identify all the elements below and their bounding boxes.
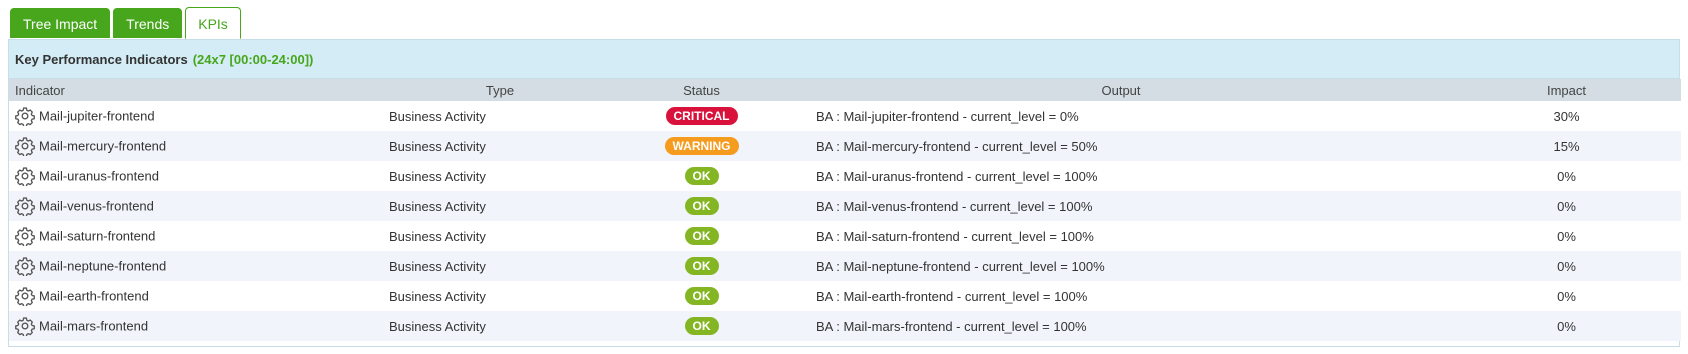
tab-bar: Tree Impact Trends KPIs [10,6,244,39]
table-row[interactable]: Mail-neptune-frontend Business Activity OK… [9,251,1681,281]
type-cell: Business Activity [389,318,486,334]
indicator-cell: Mail-jupiter-frontend [9,101,387,131]
type-cell: Business Activity [389,258,486,274]
status-badge: OK [684,257,719,275]
gear-icon [15,106,35,128]
column-header-output[interactable]: Output [790,79,1452,101]
indicator-name[interactable]: Mail-neptune-frontend [39,259,166,274]
impact-cell: 30% [1553,108,1580,124]
impact-cell: 15% [1553,138,1580,154]
indicator-cell: Mail-earth-frontend [9,281,387,311]
table-row[interactable]: Mail-jupiter-frontend Business Activity CR… [9,101,1681,131]
status-cell: OK [613,251,790,281]
indicator-name[interactable]: Mail-earth-frontend [39,289,149,304]
column-header-indicator[interactable]: Indicator [9,79,387,101]
status-cell: WARNING [613,131,790,161]
output-cell: BA : Mail-jupiter-frontend - current_lev… [816,108,1079,124]
column-header-type[interactable]: Type [387,79,613,101]
gear-icon [15,316,35,338]
table-row[interactable]: Mail-saturn-frontend Business Activity OK B… [9,221,1681,251]
indicator-name[interactable]: Mail-uranus-frontend [39,169,159,184]
status-badge: OK [684,317,719,335]
indicator-name[interactable]: Mail-venus-frontend [39,199,154,214]
kpi-panel: Key Performance Indicators (24x7 [00:00-… [8,39,1681,347]
type-cell: Business Activity [389,198,486,214]
indicator-name[interactable]: Mail-saturn-frontend [39,229,155,244]
tab-trends[interactable]: Trends [113,8,183,38]
indicator-name[interactable]: Mail-jupiter-frontend [39,109,155,124]
impact-cell: 0% [1557,198,1576,214]
indicator-name[interactable]: Mail-mars-frontend [39,319,148,334]
tab-tree-impact[interactable]: Tree Impact [10,8,111,38]
output-cell: BA : Mail-earth-frontend - current_level… [816,288,1088,304]
gear-icon [15,196,35,218]
status-cell: OK [613,191,790,221]
status-cell: OK [613,281,790,311]
output-cell: BA : Mail-saturn-frontend - current_leve… [816,228,1094,244]
gear-icon [15,256,35,278]
table-row[interactable]: Mail-mars-frontend Business Activity OK BA … [9,311,1681,341]
impact-cell: 0% [1557,258,1576,274]
tab-kpis[interactable]: KPIs [185,7,241,39]
status-badge: CRITICAL [665,107,738,125]
gear-icon [15,286,35,308]
indicator-cell: Mail-venus-frontend [9,191,387,221]
column-header-status[interactable]: Status [613,79,790,101]
impact-cell: 0% [1557,318,1576,334]
output-cell: BA : Mail-mars-frontend - current_level … [816,318,1087,334]
output-cell: BA : Mail-mercury-frontend - current_lev… [816,138,1098,154]
gear-icon [15,166,35,188]
gear-icon [15,226,35,248]
indicator-cell: Mail-uranus-frontend [9,161,387,191]
panel-header: Key Performance Indicators (24x7 [00:00-… [9,40,1679,79]
type-cell: Business Activity [389,228,486,244]
column-header-impact[interactable]: Impact [1452,79,1681,101]
type-cell: Business Activity [389,138,486,154]
status-badge: WARNING [664,137,739,155]
output-cell: BA : Mail-venus-frontend - current_level… [816,198,1093,214]
panel-title: Key Performance Indicators [15,51,188,67]
type-cell: Business Activity [389,288,486,304]
table-row[interactable]: Mail-mercury-frontend Business Activity WA… [9,131,1681,161]
status-badge: OK [684,167,719,185]
indicator-cell: Mail-mars-frontend [9,311,387,341]
output-cell: BA : Mail-uranus-frontend - current_leve… [816,168,1098,184]
impact-cell: 0% [1557,168,1576,184]
status-cell: CRITICAL [613,101,790,131]
impact-cell: 0% [1557,288,1576,304]
table-body: Mail-jupiter-frontend Business Activity CR… [9,101,1681,341]
indicator-cell: Mail-neptune-frontend [9,251,387,281]
table-row[interactable]: Mail-uranus-frontend Business Activity OK B… [9,161,1681,191]
status-badge: OK [684,197,719,215]
status-badge: OK [684,287,719,305]
table-row[interactable]: Mail-venus-frontend Business Activity OK BA… [9,191,1681,221]
impact-cell: 0% [1557,228,1576,244]
status-cell: OK [613,311,790,341]
status-cell: OK [613,221,790,251]
type-cell: Business Activity [389,168,486,184]
output-cell: BA : Mail-neptune-frontend - current_lev… [816,258,1105,274]
table-row[interactable]: Mail-earth-frontend Business Activity OK BA… [9,281,1681,311]
status-badge: OK [684,227,719,245]
kpi-table: Indicator Type Status Output Impact Mail… [9,79,1681,341]
schedule-label: (24x7 [00:00-24:00]) [192,51,314,67]
indicator-name[interactable]: Mail-mercury-frontend [39,139,166,154]
indicator-cell: Mail-mercury-frontend [9,131,387,161]
type-cell: Business Activity [389,108,486,124]
indicator-cell: Mail-saturn-frontend [9,221,387,251]
gear-icon [15,136,35,158]
table-header-row: Indicator Type Status Output Impact [9,79,1681,101]
status-cell: OK [613,161,790,191]
